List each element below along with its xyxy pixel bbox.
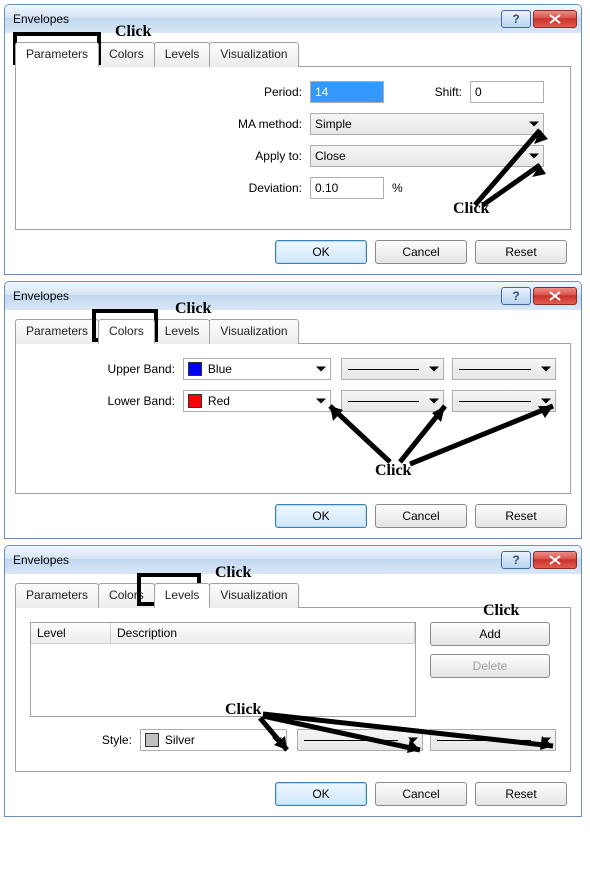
tab-panel: Level Description Add Delete Style: Silv…: [15, 608, 571, 772]
reset-button[interactable]: Reset: [475, 782, 567, 806]
window-title: Envelopes: [13, 289, 69, 303]
period-input[interactable]: [310, 81, 384, 103]
levels-table-header: Level Description: [31, 623, 415, 644]
style-line-select[interactable]: [297, 729, 423, 751]
style-color-name: Silver: [165, 733, 195, 747]
tab-parameters[interactable]: Parameters: [15, 319, 99, 344]
tab-panel: Upper Band: Blue Lower Band: Red: [15, 344, 571, 494]
chevron-down-icon: [541, 738, 551, 743]
color-swatch-upper: [188, 362, 202, 376]
apply-to-value: Close: [315, 149, 346, 163]
lower-color-select[interactable]: Red: [183, 390, 331, 412]
window-title: Envelopes: [13, 553, 69, 567]
levels-col-description: Description: [111, 623, 415, 643]
dialog-colors: Envelopes ? Parameters Colors Levels Vis…: [4, 281, 582, 539]
reset-button[interactable]: Reset: [475, 240, 567, 264]
lower-band-label: Lower Band:: [30, 394, 183, 408]
chevron-down-icon: [529, 154, 539, 159]
ma-method-value: Simple: [315, 117, 352, 131]
style-color-select[interactable]: Silver: [140, 729, 287, 751]
lower-color-name: Red: [208, 394, 230, 408]
cancel-button[interactable]: Cancel: [375, 240, 467, 264]
upper-style-select[interactable]: [341, 358, 445, 380]
tab-visualization[interactable]: Visualization: [209, 583, 298, 608]
chevron-down-icon: [316, 367, 326, 372]
titlebar[interactable]: Envelopes ?: [5, 5, 581, 33]
close-button[interactable]: [533, 551, 577, 569]
tab-parameters[interactable]: Parameters: [15, 583, 99, 608]
upper-color-name: Blue: [208, 362, 232, 376]
dialog-parameters: Envelopes ? Parameters Colors Levels Vis…: [4, 4, 582, 275]
tab-parameters[interactable]: Parameters: [15, 42, 99, 67]
chevron-down-icon: [429, 367, 439, 372]
shift-label: Shift:: [384, 85, 470, 99]
style-label: Style:: [30, 733, 140, 747]
upper-width-select[interactable]: [452, 358, 556, 380]
color-swatch-lower: [188, 394, 202, 408]
close-button[interactable]: [533, 287, 577, 305]
apply-to-select[interactable]: Close: [310, 145, 544, 167]
shift-input[interactable]: [470, 81, 544, 103]
chevron-down-icon: [541, 367, 551, 372]
color-swatch-style: [145, 733, 159, 747]
window-title: Envelopes: [13, 12, 69, 26]
ma-method-select[interactable]: Simple: [310, 113, 544, 135]
levels-col-level: Level: [31, 623, 111, 643]
delete-button[interactable]: Delete: [430, 654, 550, 678]
tab-panel: Period: Shift: MA method: Simple Apply t…: [15, 67, 571, 230]
lower-width-select[interactable]: [452, 390, 556, 412]
ok-button[interactable]: OK: [275, 504, 367, 528]
lower-style-select[interactable]: [341, 390, 445, 412]
close-button[interactable]: [533, 10, 577, 28]
period-label: Period:: [30, 85, 310, 99]
tab-bar: Parameters Colors Levels Visualization: [15, 582, 571, 608]
chevron-down-icon: [272, 738, 282, 743]
tab-levels[interactable]: Levels: [154, 42, 211, 67]
tab-visualization[interactable]: Visualization: [209, 42, 298, 67]
tab-bar: Parameters Colors Levels Visualization: [15, 318, 571, 344]
upper-band-label: Upper Band:: [30, 362, 183, 376]
ok-button[interactable]: OK: [275, 240, 367, 264]
titlebar[interactable]: Envelopes ?: [5, 546, 581, 574]
cancel-button[interactable]: Cancel: [375, 504, 467, 528]
tab-levels[interactable]: Levels: [154, 319, 211, 344]
deviation-label: Deviation:: [30, 181, 310, 195]
chevron-down-icon: [529, 122, 539, 127]
levels-table[interactable]: Level Description: [30, 622, 416, 717]
upper-color-select[interactable]: Blue: [183, 358, 331, 380]
chevron-down-icon: [429, 399, 439, 404]
tab-colors[interactable]: Colors: [98, 319, 155, 344]
cancel-button[interactable]: Cancel: [375, 782, 467, 806]
add-button[interactable]: Add: [430, 622, 550, 646]
chevron-down-icon: [408, 738, 418, 743]
deviation-unit: %: [384, 181, 403, 195]
tab-colors[interactable]: Colors: [98, 42, 155, 67]
tab-visualization[interactable]: Visualization: [209, 319, 298, 344]
tab-bar: Parameters Colors Levels Visualization: [15, 41, 571, 67]
chevron-down-icon: [316, 399, 326, 404]
apply-to-label: Apply to:: [30, 149, 310, 163]
help-button[interactable]: ?: [501, 287, 531, 305]
chevron-down-icon: [541, 399, 551, 404]
reset-button[interactable]: Reset: [475, 504, 567, 528]
style-width-select[interactable]: [430, 729, 556, 751]
deviation-input[interactable]: [310, 177, 384, 199]
tab-levels[interactable]: Levels: [154, 583, 211, 608]
tab-colors[interactable]: Colors: [98, 583, 155, 608]
help-button[interactable]: ?: [501, 551, 531, 569]
ok-button[interactable]: OK: [275, 782, 367, 806]
dialog-levels: Envelopes ? Parameters Colors Levels Vis…: [4, 545, 582, 817]
help-button[interactable]: ?: [501, 10, 531, 28]
titlebar[interactable]: Envelopes ?: [5, 282, 581, 310]
ma-method-label: MA method:: [30, 117, 310, 131]
